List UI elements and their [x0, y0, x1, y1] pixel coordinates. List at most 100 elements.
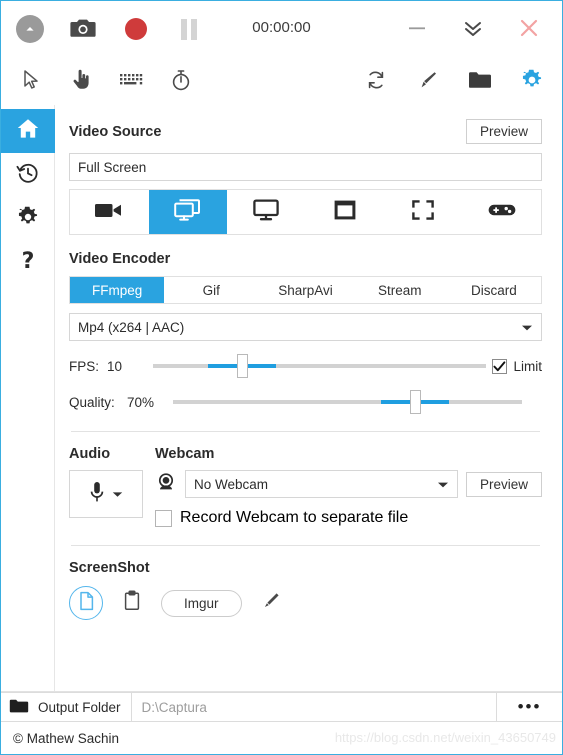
camera-icon — [70, 17, 96, 42]
hand-click-icon-button[interactable] — [67, 67, 95, 95]
quality-row: Quality: 70% — [69, 390, 542, 414]
pencil-icon — [260, 591, 282, 616]
screenshot-imgur-button[interactable]: Imgur — [161, 589, 242, 617]
gamepad-icon — [487, 201, 517, 224]
output-folder-path-text: D:\Captura — [141, 699, 207, 715]
tab-stream[interactable]: Stream — [353, 277, 447, 303]
folder-icon-button[interactable] — [466, 67, 494, 95]
chevron-up-icon — [16, 15, 44, 43]
output-folder-path[interactable]: D:\Captura — [132, 693, 496, 721]
tab-discard[interactable]: Discard — [447, 277, 541, 303]
source-desktop-button[interactable] — [227, 190, 306, 234]
refresh-icon-button[interactable] — [362, 67, 390, 95]
sidebar: ? — [1, 105, 55, 691]
chevron-down-icon — [521, 320, 533, 335]
record-circle-icon — [125, 18, 147, 40]
webcam-preview-button[interactable]: Preview — [465, 471, 542, 497]
video-source-value[interactable]: Full Screen — [69, 153, 542, 181]
webcam-separate-file-checkbox[interactable]: Record Webcam to separate file — [155, 509, 542, 527]
sidebar-item-recent[interactable] — [1, 153, 55, 197]
multi-screen-icon — [173, 197, 203, 228]
fps-slider-thumb[interactable] — [236, 354, 248, 378]
svg-text:?: ? — [22, 249, 35, 273]
screenshot-edit-button[interactable] — [256, 588, 286, 618]
minimize-icon — [407, 22, 427, 37]
collapse-toggle-button[interactable] — [11, 10, 49, 48]
status-bar: © Mathew Sachin https://blog.csdn.net/we… — [1, 722, 562, 754]
output-folder-label: Output Folder — [38, 699, 121, 715]
cursor-icon — [21, 69, 41, 94]
output-folder-more-button[interactable]: ••• — [496, 693, 562, 721]
fps-row: FPS: 10 Limit — [69, 354, 542, 378]
tab-sharpavi[interactable]: SharpAvi — [258, 277, 352, 303]
status-text: © Mathew Sachin — [13, 730, 119, 746]
microphone-icon — [89, 480, 105, 509]
tab-ffmpeg[interactable]: FFmpeg — [70, 277, 165, 303]
shrink-button[interactable] — [454, 10, 492, 48]
history-icon — [16, 161, 40, 190]
sidebar-item-home[interactable] — [1, 109, 55, 153]
source-window-button[interactable] — [306, 190, 385, 234]
screenshot-save-to-disk-button[interactable] — [69, 586, 103, 620]
minimize-button[interactable] — [398, 10, 436, 48]
source-screen-button[interactable] — [148, 190, 227, 234]
quality-label: Quality: — [69, 394, 115, 410]
source-game-button[interactable] — [463, 190, 542, 234]
keyboard-icon-button[interactable] — [117, 67, 145, 95]
source-region-button[interactable] — [384, 190, 463, 234]
fps-value: 10 — [107, 358, 123, 374]
cursor-icon-button[interactable] — [17, 67, 45, 95]
video-encoder-header: Video Encoder — [69, 251, 542, 267]
gear-icon-button[interactable] — [518, 67, 546, 95]
timer-icon-button[interactable] — [167, 67, 195, 95]
record-button[interactable] — [117, 10, 155, 48]
webcam-section: Webcam No Webcam Preview Record Webcam t… — [155, 446, 542, 527]
section-divider-screenshot — [71, 545, 540, 546]
folder-icon — [468, 70, 492, 93]
hand-click-icon — [71, 69, 91, 94]
refresh-icon — [365, 69, 387, 94]
source-video-device-button[interactable] — [70, 190, 149, 234]
fps-limit-label: Limit — [513, 358, 542, 374]
watermark-text: https://blog.csdn.net/weixin_43650749 — [334, 730, 556, 745]
title-bar: 00:00:00 — [1, 1, 562, 57]
clipboard-icon — [123, 590, 141, 616]
region-crop-icon — [410, 198, 436, 227]
tab-gif[interactable]: Gif — [164, 277, 258, 303]
window-controls — [398, 10, 548, 48]
quality-slider[interactable] — [173, 390, 522, 414]
video-source-preview-button[interactable]: Preview — [465, 119, 542, 144]
sidebar-item-configure[interactable] — [1, 197, 55, 241]
audio-device-dropdown[interactable] — [69, 470, 143, 518]
audio-title: Audio — [69, 446, 111, 462]
brush-icon-button[interactable] — [414, 67, 442, 95]
toolbar-left-group — [17, 67, 195, 95]
pause-button[interactable] — [170, 10, 208, 48]
sidebar-item-about[interactable]: ? — [1, 241, 55, 285]
content-panel: Video Source Preview Full Screen Video E… — [55, 105, 562, 691]
chevron-down-icon — [112, 485, 123, 503]
fps-label: FPS: — [69, 358, 100, 374]
close-button[interactable] — [510, 10, 548, 48]
screenshot-copy-to-clipboard-button[interactable] — [117, 588, 147, 618]
webcam-separate-file-checkbox-box — [155, 509, 172, 527]
codec-select[interactable]: Mp4 (x264 | AAC) — [69, 313, 542, 341]
webcam-select[interactable]: No Webcam — [185, 470, 458, 498]
webcam-select-row: No Webcam Preview — [155, 470, 542, 498]
quality-slider-thumb[interactable] — [409, 390, 421, 414]
audio-section: Audio — [69, 446, 155, 518]
webcam-icon — [155, 471, 177, 498]
video-source-mode-row — [69, 189, 542, 235]
fps-slider[interactable] — [153, 354, 487, 378]
file-icon — [78, 591, 95, 616]
window-icon — [332, 198, 358, 227]
video-camera-icon — [94, 200, 124, 225]
output-folder-button[interactable]: Output Folder — [1, 693, 132, 721]
section-divider-audio — [71, 431, 540, 432]
video-encoder-title: Video Encoder — [69, 251, 171, 267]
screenshot-button[interactable] — [64, 10, 102, 48]
fps-limit-checkbox[interactable]: Limit — [492, 358, 542, 374]
gear-icon — [16, 205, 40, 234]
codec-select-value: Mp4 (x264 | AAC) — [78, 319, 185, 335]
video-source-title: Video Source — [69, 123, 162, 140]
